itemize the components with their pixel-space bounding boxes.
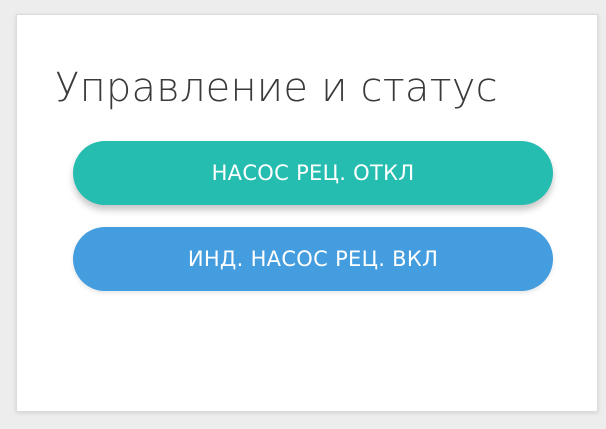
panel-title: Управление и статус [55,65,498,111]
pump-recirculation-indicator-button[interactable]: ИНД. НАСОС РЕЦ. ВКЛ [73,227,553,291]
control-status-panel: Управление и статус НАСОС РЕЦ. ОТКЛ ИНД.… [16,14,598,412]
pump-recirculation-toggle-button[interactable]: НАСОС РЕЦ. ОТКЛ [73,141,553,205]
